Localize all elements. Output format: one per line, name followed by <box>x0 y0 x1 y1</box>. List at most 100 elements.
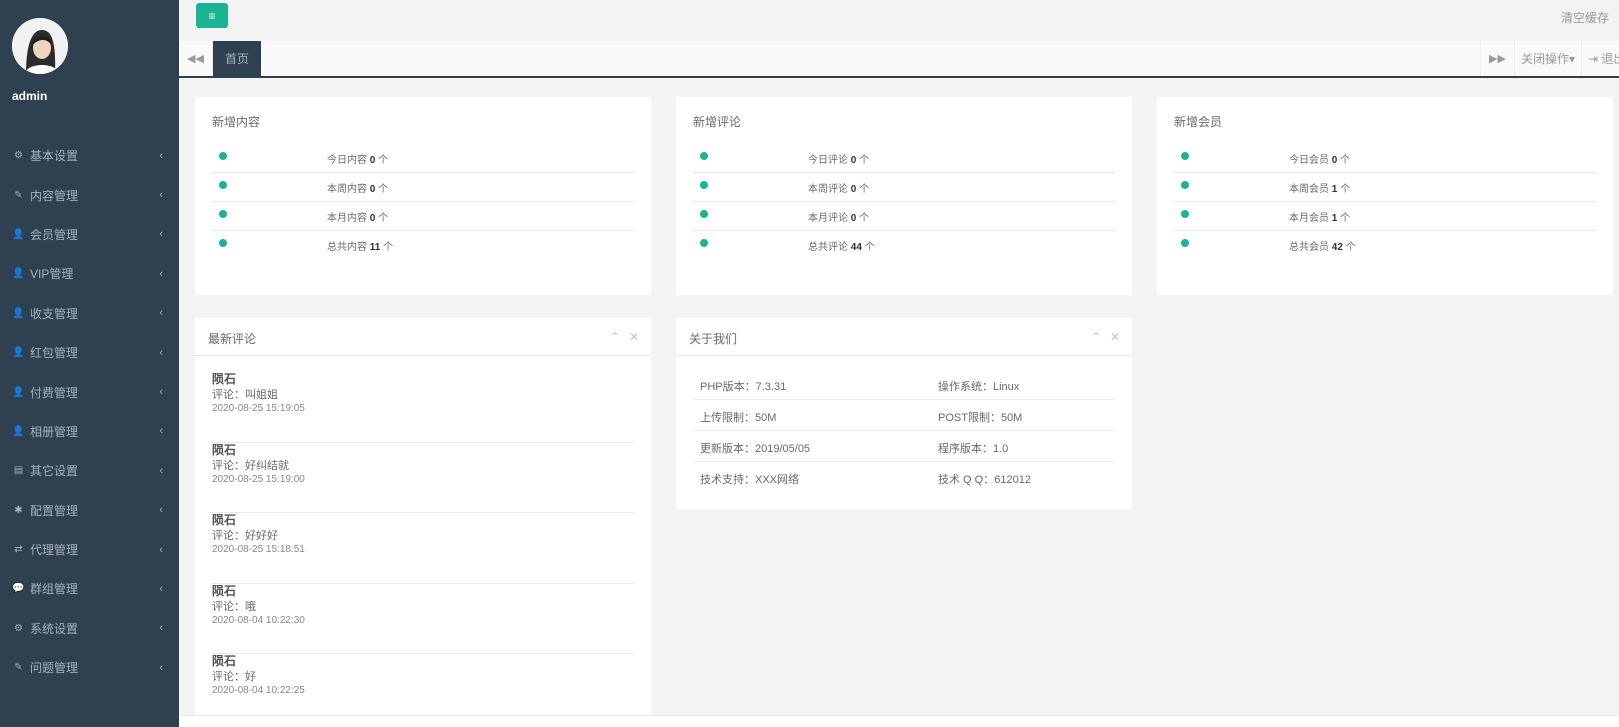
stat-label: 本月评论 <box>808 213 848 224</box>
sidebar-item-7[interactable]: 👤 相册管理 ‹ <box>0 412 179 451</box>
sidebar-item-10[interactable]: ⇄ 代理管理 ‹ <box>0 530 179 569</box>
about-right-value: 程序版本：1.0 <box>938 443 1009 455</box>
comment-author: 陨石 <box>212 583 237 598</box>
stat-card-comments: 新增评论 今日评论 0 个本周评论 0 个本月评论 0 个总共评论 44 个 <box>676 97 1132 295</box>
status-dot-icon <box>700 239 708 247</box>
comment-text: 评论：好纠结就 <box>212 459 289 472</box>
stat-unit: 个 <box>859 155 870 166</box>
about-left-value: 上传限制：50M <box>700 412 777 424</box>
sidebar-item-13[interactable]: ✎ 问题管理 ‹ <box>0 648 179 687</box>
menu-item-icon: 💬 <box>12 583 25 595</box>
comment-time: 2020-08-04 10:22:30 <box>212 614 305 626</box>
panel-tools: ⌃ ✕ <box>1091 330 1120 344</box>
chevron-left-icon: ‹ <box>159 543 163 556</box>
comment-item: 陨石 评论：叫姐姐 2020-08-25 15:19:05 <box>212 370 634 443</box>
sidebar: admin ⚙ 基本设置 ‹ ✎ 内容管理 ‹ 👤 会员管理 ‹ 👤 VIP管理 ‹ 👤 收支管理 ‹ 👤 红包… <box>0 0 179 727</box>
comment-item: 陨石 评论：好 2020-08-04 10:22:25 <box>212 652 634 725</box>
stat-text: 今日内容 0 个 <box>327 151 388 166</box>
hamburger-icon: ≡ <box>208 8 216 23</box>
stat-row: 今日内容 0 个 <box>212 144 634 173</box>
stat-unit: 个 <box>864 242 875 253</box>
stat-row: 今日评论 0 个 <box>693 144 1115 173</box>
stat-text: 今日评论 0 个 <box>808 151 869 166</box>
tab-home[interactable]: 首页 <box>213 41 261 76</box>
sidebar-item-label: 付费管理 <box>30 385 79 400</box>
exit-button[interactable]: ⇥ 退出 <box>1581 41 1619 76</box>
chevron-left-icon: ‹ <box>159 504 163 517</box>
stat-unit: 个 <box>1340 155 1351 166</box>
card-title: 新增内容 <box>212 115 261 129</box>
stat-unit: 个 <box>383 242 394 253</box>
status-dot-icon <box>219 181 227 189</box>
sidebar-item-label: 群组管理 <box>30 582 79 597</box>
menu-item-icon: ⇄ <box>14 544 23 556</box>
stat-row: 本月会员 1 个 <box>1174 202 1596 231</box>
tab-scroll-left-button[interactable]: ◀◀ <box>179 41 213 76</box>
stat-row: 总共内容 11 个 <box>212 231 634 260</box>
stat-label: 今日评论 <box>808 155 848 166</box>
status-dot-icon <box>700 152 708 160</box>
sidebar-item-0[interactable]: ⚙ 基本设置 ‹ <box>0 136 179 175</box>
comment-text: 评论：好 <box>212 671 256 683</box>
close-icon[interactable]: ✕ <box>1110 330 1120 344</box>
stat-label: 今日内容 <box>327 155 367 166</box>
stat-value: 44 <box>850 242 862 253</box>
collapse-icon[interactable]: ⌃ <box>610 330 620 344</box>
sidebar-item-11[interactable]: 💬 群组管理 ‹ <box>0 569 179 608</box>
panel-title: 最新评论 <box>208 332 257 346</box>
comment-author: 陨石 <box>212 654 237 668</box>
avatar[interactable] <box>12 18 68 74</box>
double-chevron-right-icon: ▶▶ <box>1489 53 1506 65</box>
chevron-left-icon: ‹ <box>159 582 163 595</box>
card-title: 新增评论 <box>693 115 742 129</box>
card-title: 新增会员 <box>1174 115 1223 129</box>
stat-value: 0 <box>850 155 857 166</box>
stat-row: 总共评论 44 个 <box>693 231 1115 260</box>
sidebar-item-1[interactable]: ✎ 内容管理 ‹ <box>0 175 179 214</box>
comment-text: 评论：叫姐姐 <box>212 389 278 401</box>
sidebar-item-4[interactable]: 👤 收支管理 ‹ <box>0 294 179 333</box>
sidebar-item-2[interactable]: 👤 会员管理 ‹ <box>0 215 179 254</box>
sidebar-item-label: 内容管理 <box>30 188 79 203</box>
stat-value: 42 <box>1331 242 1343 253</box>
sidebar-item-3[interactable]: 👤 VIP管理 ‹ <box>0 254 179 293</box>
chevron-left-icon: ‹ <box>159 307 163 320</box>
sidebar-item-12[interactable]: ⚙ 系统设置 ‹ <box>0 609 179 648</box>
comment-time: 2020-08-25 15:18:51 <box>212 544 305 555</box>
clear-cache-link[interactable]: 清空缓存 <box>1561 9 1609 26</box>
stat-unit: 个 <box>1345 242 1356 253</box>
close-operations-dropdown[interactable]: 关闭操作▾ <box>1514 41 1581 76</box>
sidebar-item-5[interactable]: 👤 红包管理 ‹ <box>0 333 179 372</box>
stat-unit: 个 <box>1340 213 1351 224</box>
stat-list: 今日评论 0 个本周评论 0 个本月评论 0 个总共评论 44 个 <box>693 144 1115 260</box>
tab-scroll-right-button[interactable]: ▶▶ <box>1480 41 1514 76</box>
stat-card-members: 新增会员 今日会员 0 个本周会员 1 个本月会员 1 个总共会员 42 个 <box>1157 97 1613 295</box>
sidebar-item-label: 红包管理 <box>30 346 79 361</box>
double-chevron-left-icon: ◀◀ <box>187 53 204 65</box>
stat-text: 今日会员 0 个 <box>1289 151 1350 166</box>
collapse-icon[interactable]: ⌃ <box>1091 330 1101 344</box>
stat-label: 总共评论 <box>808 242 848 253</box>
about-right-value: POST限制：50M <box>938 412 1023 424</box>
comment-author: 陨石 <box>212 513 237 527</box>
stat-value: 0 <box>850 184 857 195</box>
sidebar-item-9[interactable]: ✱ 配置管理 ‹ <box>0 491 179 530</box>
sidebar-item-6[interactable]: 👤 付费管理 ‹ <box>0 372 179 411</box>
stat-text: 本月内容 0 个 <box>327 209 388 224</box>
chevron-left-icon: ‹ <box>159 425 163 438</box>
status-dot-icon <box>700 181 708 189</box>
close-icon[interactable]: ✕ <box>629 330 639 344</box>
panel-tools: ⌃ ✕ <box>610 330 639 344</box>
stat-text: 本周内容 0 个 <box>327 180 388 195</box>
menu-item-icon: ⚙ <box>14 150 23 162</box>
stat-card-content: 新增内容 今日内容 0 个本周内容 0 个本月内容 0 个总共内容 11 个 <box>195 97 651 295</box>
stat-unit: 个 <box>859 184 870 195</box>
sidebar-item-8[interactable]: ▤ 其它设置 ‹ <box>0 451 179 490</box>
stat-label: 本周内容 <box>327 184 367 195</box>
menu-toggle-button[interactable]: ≡ <box>196 3 228 28</box>
about-row: 上传限制：50M POST限制：50M <box>694 400 1114 431</box>
profile: admin <box>0 0 179 118</box>
menu-item-icon: ▤ <box>13 465 24 477</box>
stat-label: 本周会员 <box>1289 184 1329 195</box>
panel-title: 关于我们 <box>689 332 738 346</box>
